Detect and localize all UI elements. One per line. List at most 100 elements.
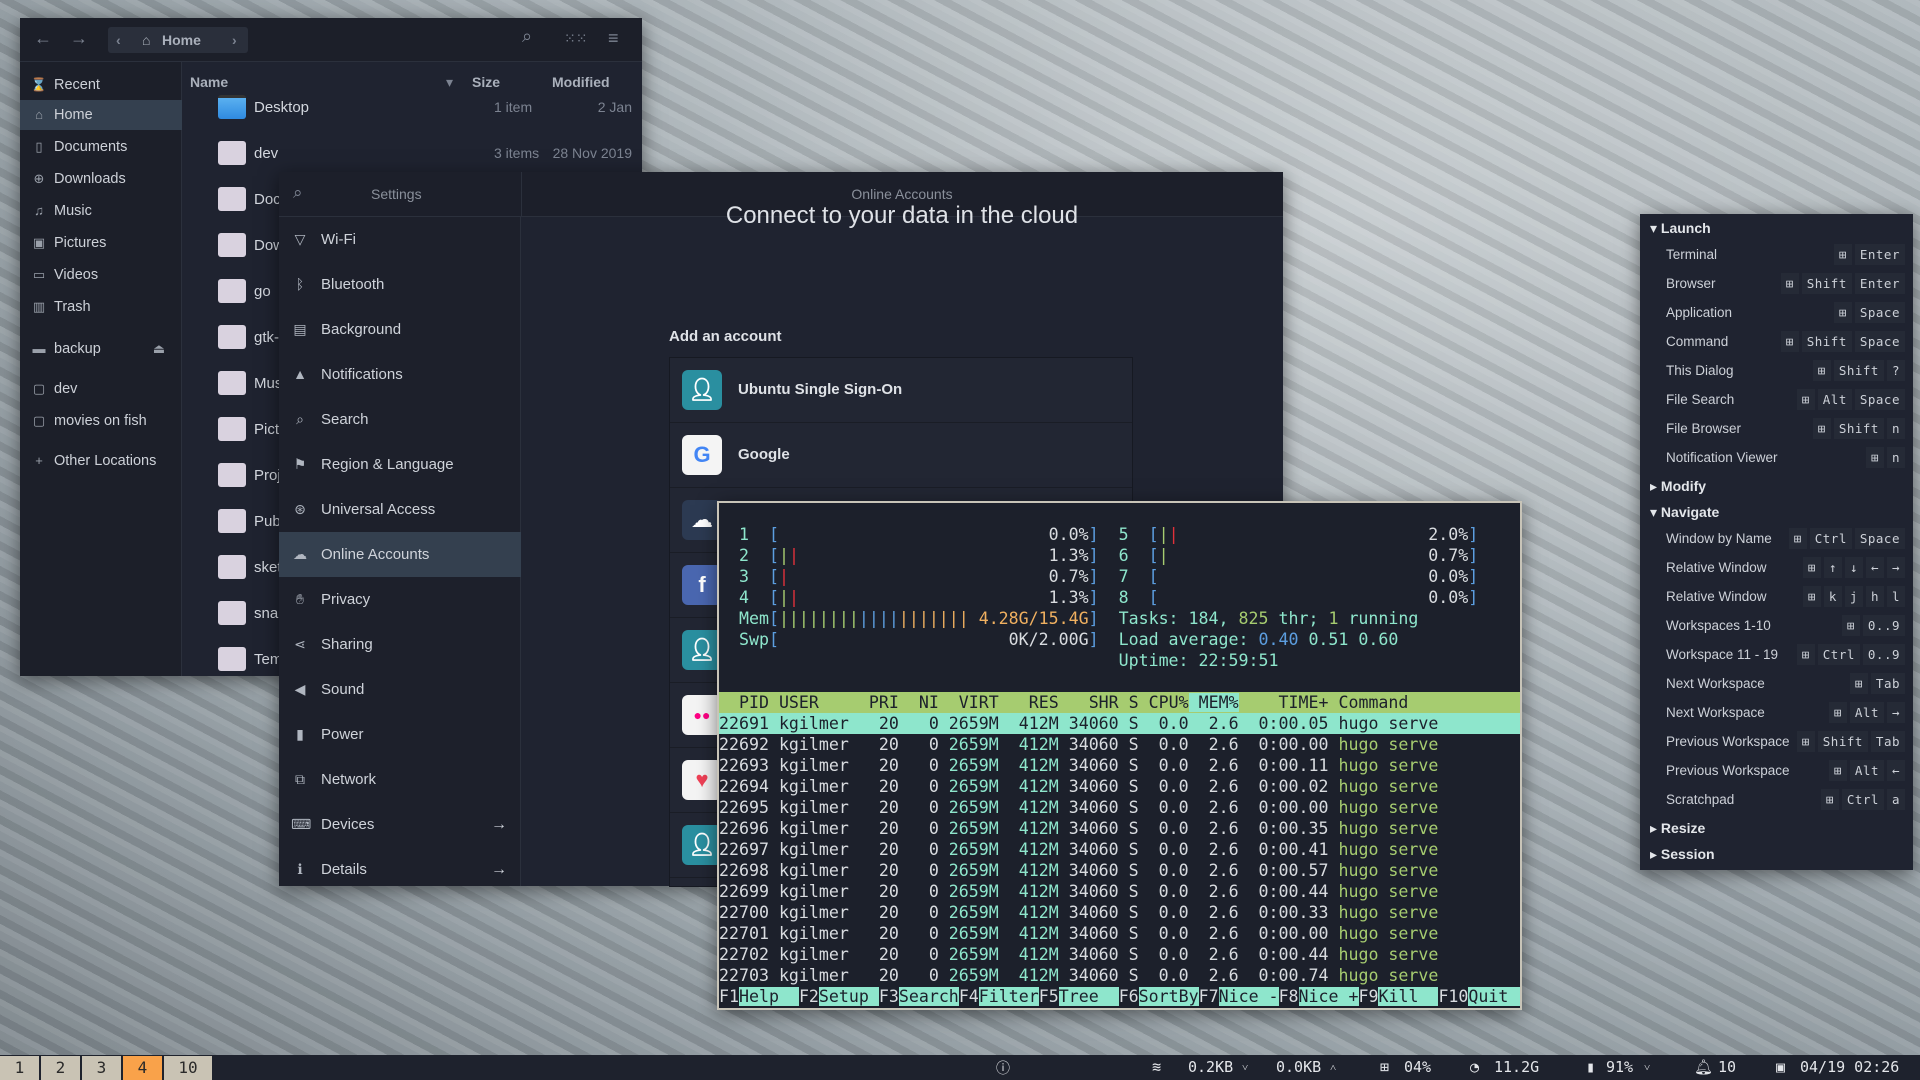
windows-key-icon: ⊞ — [1865, 447, 1884, 468]
breadcrumb-home[interactable]: Home — [162, 32, 201, 48]
fkey-f10[interactable]: F10Quit — [1438, 987, 1520, 1006]
process-row[interactable]: 22698 kgilmer 20 0 2659M 412M 34060 S 0.… — [719, 860, 1520, 881]
key-cap: Alt — [1849, 760, 1884, 781]
column-header-s[interactable]: S — [1119, 693, 1139, 712]
key-combo: ⊞ n — [1865, 447, 1905, 468]
sidebar-item-recent[interactable]: ⌛ Recent — [20, 70, 182, 100]
process-row[interactable]: 22691 kgilmer 20 0 2659M 412M 34060 S 0.… — [719, 713, 1520, 734]
sidebar-item-downloads[interactable]: ⊕ Downloads — [20, 164, 182, 194]
tasks-part: 184 — [1188, 609, 1219, 628]
fkey-f1[interactable]: F1Help — [719, 987, 799, 1006]
settings-item-notifications[interactable]: ▲ Notifications — [279, 352, 521, 397]
sidebar-item-documents[interactable]: ▯ Documents — [20, 132, 182, 162]
section-modify[interactable]: ▸ Modify — [1650, 478, 1706, 495]
process-row[interactable]: 22696 kgilmer 20 0 2659M 412M 34060 S 0.… — [719, 818, 1520, 839]
fkey-f2[interactable]: F2Setup — [799, 987, 879, 1006]
column-header-cpu[interactable]: CPU% — [1139, 693, 1189, 712]
settings-item-wi-fi[interactable]: ▽ Wi-Fi — [279, 217, 521, 262]
sidebar-item-trash[interactable]: ▥ Trash — [20, 292, 182, 322]
datetime[interactable]: 04/19 02:26 — [1800, 1058, 1899, 1076]
column-header-pri[interactable]: PRI — [869, 693, 899, 712]
fkey-f7[interactable]: F7Nice - — [1199, 987, 1279, 1006]
back-arrow-icon[interactable]: ← — [34, 28, 52, 49]
workspace-4[interactable]: 4 — [123, 1056, 163, 1080]
process-row[interactable]: 22699 kgilmer 20 0 2659M 412M 34060 S 0.… — [719, 881, 1520, 902]
workspace-1[interactable]: 1 — [0, 1056, 40, 1080]
sidebar-item-dev[interactable]: ▢ dev — [20, 374, 182, 404]
sidebar-item-backup[interactable]: ▬ backup ⏏ — [20, 334, 182, 364]
column-header-pid[interactable]: PID — [719, 693, 769, 712]
process-row[interactable]: 22701 kgilmer 20 0 2659M 412M 34060 S 0.… — [719, 923, 1520, 944]
column-header-user[interactable]: USER — [769, 693, 869, 712]
section-navigate[interactable]: ▾ Navigate — [1650, 504, 1719, 521]
sidebar-item-pictures[interactable]: ▣ Pictures — [20, 228, 182, 258]
sidebar-item-videos[interactable]: ▭ Videos — [20, 260, 182, 290]
htop-terminal[interactable]: 1[0.0%] 5[| | 2.0%] 2[| | 1.3%] 6[| 0.7%] 3[| 0.7%… — [717, 501, 1522, 1010]
fkey-f8[interactable]: F8Nice + — [1279, 987, 1359, 1006]
search-icon[interactable]: ⌕ — [293, 183, 303, 203]
grid-view-icon[interactable]: ⁙⁙ — [564, 30, 587, 47]
process-row[interactable]: 22697 kgilmer 20 0 2659M 412M 34060 S 0.… — [719, 839, 1520, 860]
process-row[interactable]: 22695 kgilmer 20 0 2659M 412M 34060 S 0.… — [719, 797, 1520, 818]
process-row[interactable]: 22692 kgilmer 20 0 2659M 412M 34060 S 0.… — [719, 734, 1520, 755]
process-row[interactable]: 22700 kgilmer 20 0 2659M 412M 34060 S 0.… — [719, 902, 1520, 923]
breadcrumb[interactable]: ‹ ⌂ Home › — [108, 27, 248, 53]
sidebar-item-movies-on-fish[interactable]: ▢ movies on fish — [20, 406, 182, 436]
process-row[interactable]: 22693 kgilmer 20 0 2659M 412M 34060 S 0.… — [719, 755, 1520, 776]
settings-item-universal-access[interactable]: ⊛ Universal Access — [279, 487, 521, 532]
chevron-right-icon[interactable]: › — [232, 32, 237, 48]
chevron-down-icon[interactable]: ˅ — [1644, 1061, 1650, 1074]
workspace-3[interactable]: 3 — [82, 1056, 122, 1080]
file-row[interactable]: dev 3 items 28 Nov 2019 — [182, 131, 642, 177]
notification-count[interactable]: 10 — [1718, 1058, 1736, 1076]
workspace-2[interactable]: 2 — [41, 1056, 81, 1080]
settings-item-region-language[interactable]: ⚑ Region & Language — [279, 442, 521, 487]
key-cap: Shift — [1833, 418, 1884, 439]
settings-item-online-accounts[interactable]: ☁ Online Accounts — [279, 532, 521, 577]
column-header-shr[interactable]: SHR — [1059, 693, 1119, 712]
search-icon[interactable]: ⌕ — [522, 26, 532, 47]
fkey-f4[interactable]: F4Filter — [959, 987, 1039, 1006]
process-row[interactable]: 22702 kgilmer 20 0 2659M 412M 34060 S 0.… — [719, 944, 1520, 965]
battery-level[interactable]: 91% — [1606, 1058, 1633, 1076]
column-header-ni[interactable]: NI — [899, 693, 939, 712]
chevron-left-icon[interactable]: ‹ — [116, 32, 121, 48]
sidebar-item-home[interactable]: ⌂ Home — [20, 100, 182, 130]
column-header-command[interactable]: Command — [1328, 693, 1408, 712]
sidebar-item-other-locations[interactable]: + Other Locations — [20, 446, 182, 476]
fkey-f9[interactable]: F9Kill — [1359, 987, 1439, 1006]
settings-item-network[interactable]: ⧉ Network — [279, 757, 521, 802]
process-row[interactable]: 22703 kgilmer 20 0 2659M 412M 34060 S 0.… — [719, 965, 1520, 986]
info-icon[interactable]: ⓘ — [996, 1058, 1010, 1078]
settings-item-privacy[interactable]: ✋︎ Privacy — [279, 577, 521, 622]
bell-icon[interactable]: 🔔︎ — [1694, 1058, 1713, 1076]
section-resize[interactable]: ▸ Resize — [1650, 820, 1705, 837]
menu-icon[interactable]: ≡ — [608, 28, 619, 49]
settings-item-details[interactable]: ℹ Details → — [279, 847, 521, 892]
column-header-mem[interactable]: MEM% — [1188, 693, 1239, 712]
file-row[interactable]: Desktop 1 item 2 Jan — [182, 85, 642, 131]
settings-item-power[interactable]: ▮ Power — [279, 712, 521, 757]
column-header-virt[interactable]: VIRT — [939, 693, 999, 712]
fkey-f5[interactable]: F5Tree — [1039, 987, 1119, 1006]
eject-icon[interactable]: ⏏ — [150, 334, 168, 364]
fkey-f3[interactable]: F3Search — [879, 987, 959, 1006]
column-header-res[interactable]: RES — [999, 693, 1059, 712]
column-header-time[interactable]: TIME+ — [1239, 693, 1329, 712]
account-provider-row[interactable]: G Google — [670, 423, 1132, 488]
process-row[interactable]: 22694 kgilmer 20 0 2659M 412M 34060 S 0.… — [719, 776, 1520, 797]
settings-item-sound[interactable]: ◀ Sound — [279, 667, 521, 712]
settings-item-devices[interactable]: ⌨ Devices → — [279, 802, 521, 847]
section-launch[interactable]: ▾ Launch — [1650, 220, 1711, 237]
section-session[interactable]: ▸ Session — [1650, 846, 1715, 863]
forward-arrow-icon[interactable]: → — [70, 28, 88, 49]
background-icon: ▤ — [293, 321, 307, 337]
settings-item-background[interactable]: ▤ Background — [279, 307, 521, 352]
fkey-f6[interactable]: F6SortBy — [1119, 987, 1199, 1006]
account-provider-row[interactable]: 👤︎ Ubuntu Single Sign-On — [670, 358, 1132, 423]
settings-item-bluetooth[interactable]: ᛒ Bluetooth — [279, 262, 521, 307]
settings-item-sharing[interactable]: ⋖ Sharing — [279, 622, 521, 667]
sidebar-item-music[interactable]: ♫ Music — [20, 196, 182, 226]
workspace-10[interactable]: 10 — [164, 1056, 213, 1080]
settings-item-search[interactable]: ⌕ Search — [279, 397, 521, 442]
